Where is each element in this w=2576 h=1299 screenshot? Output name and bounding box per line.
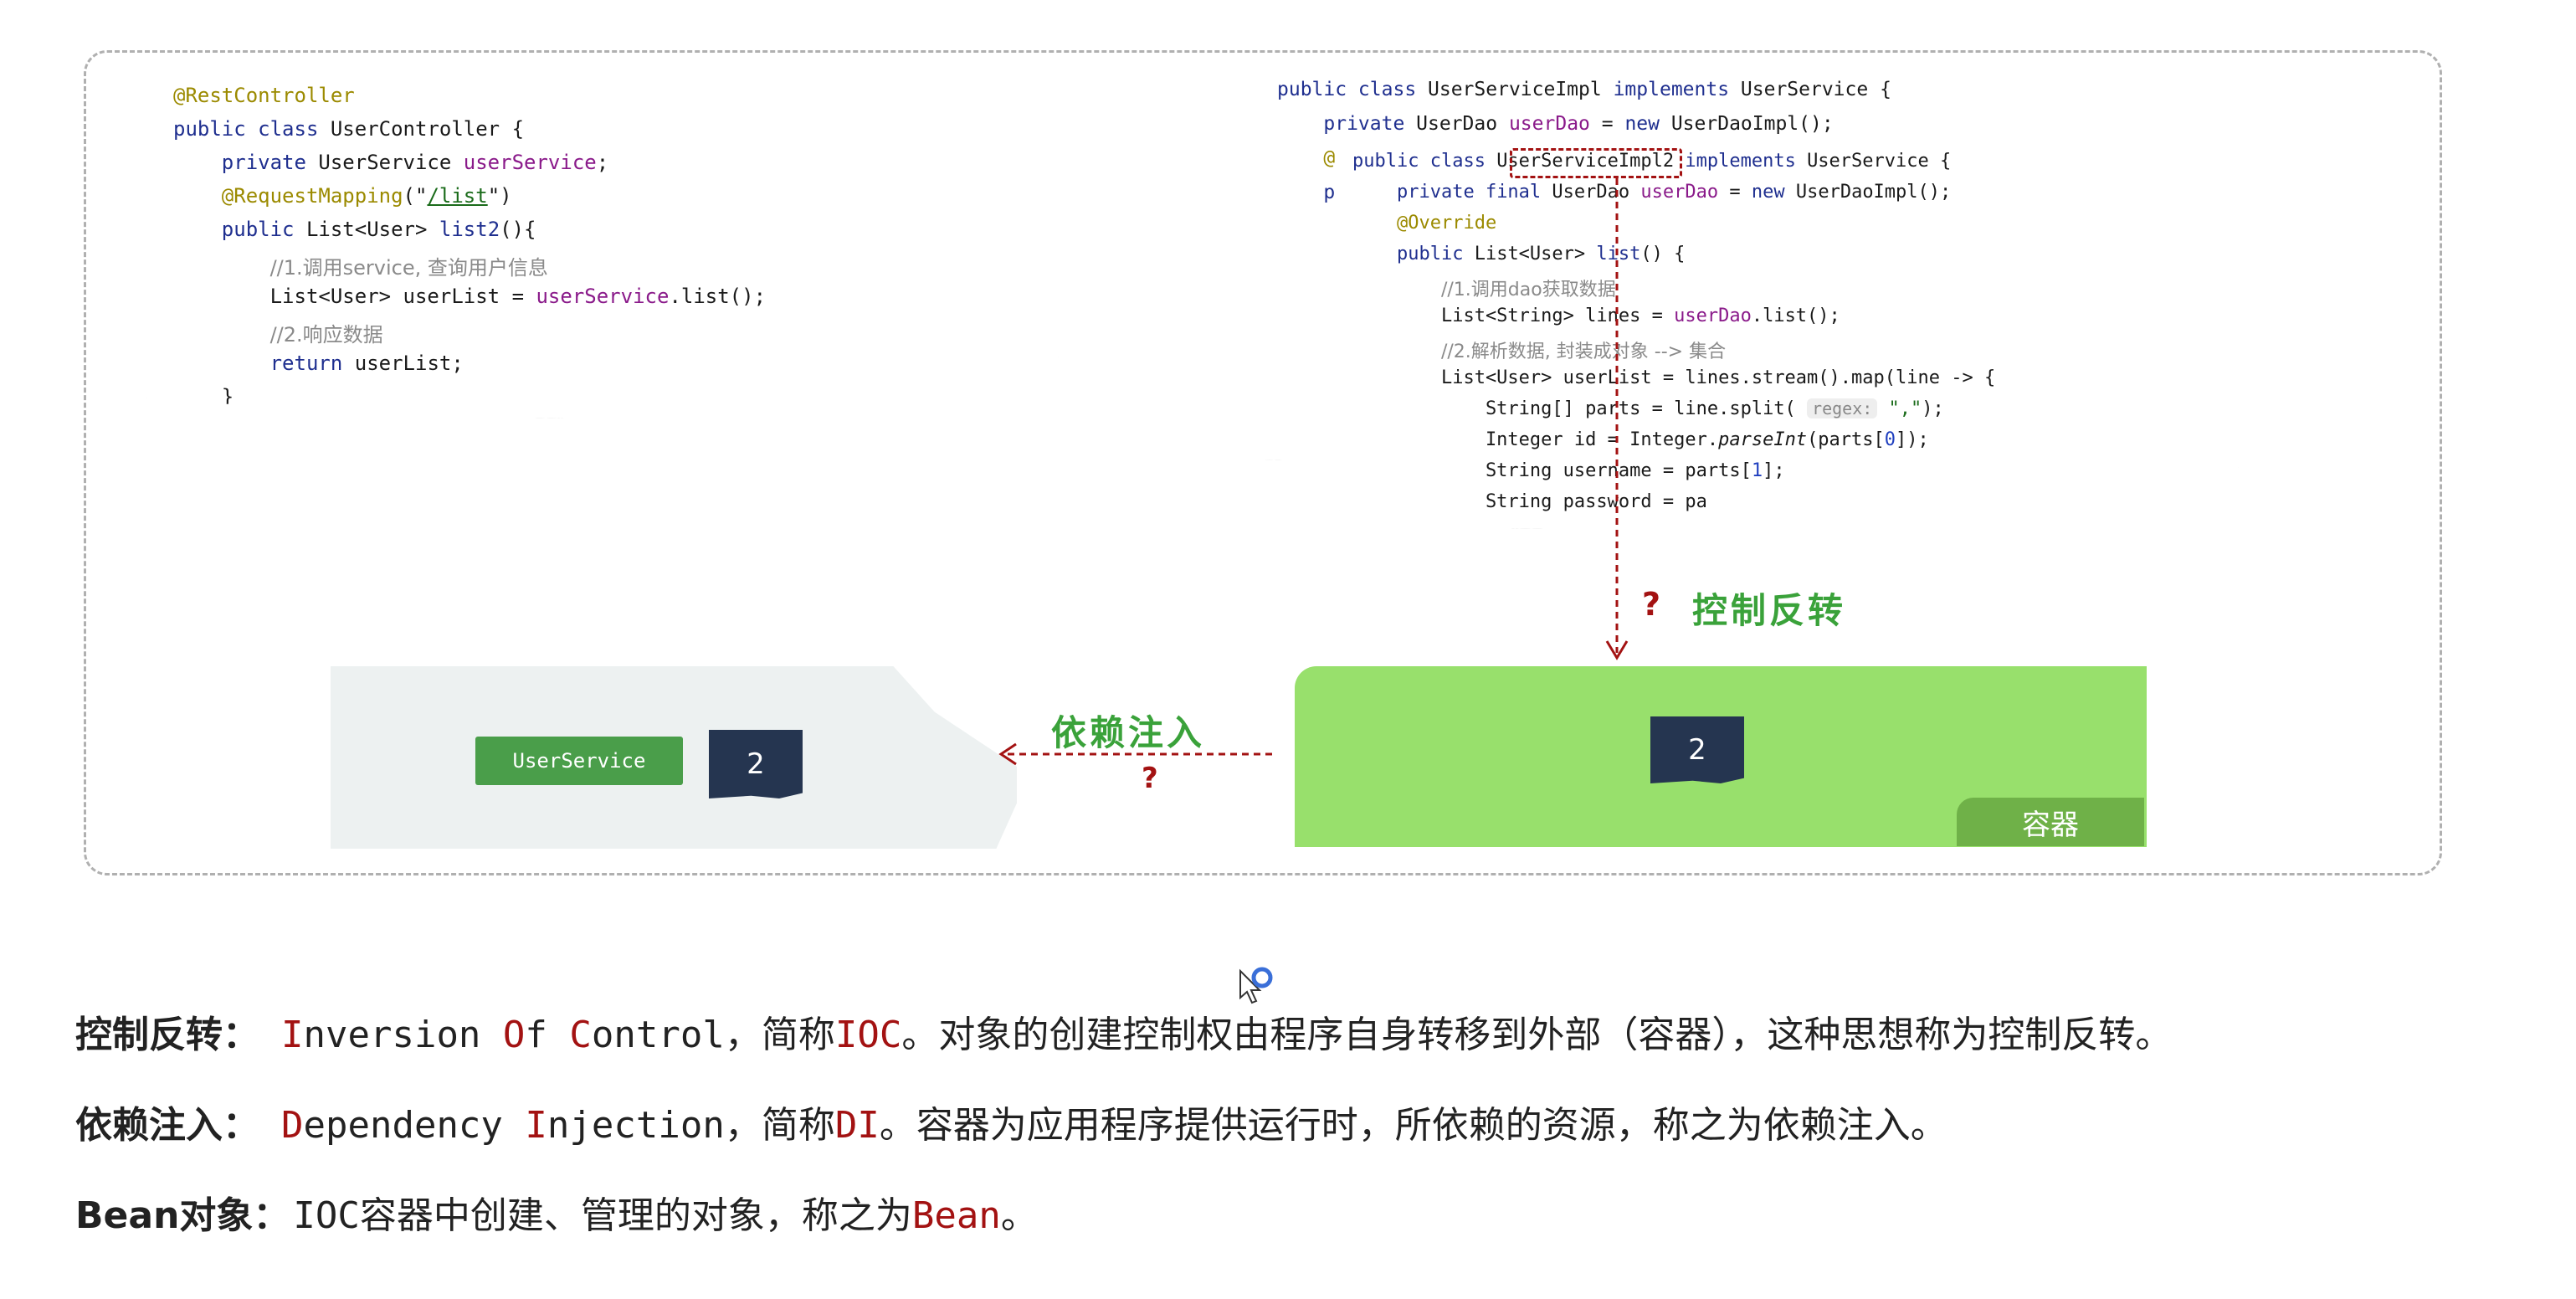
definition-text: IOC (293, 1194, 360, 1237)
di-label: 依赖注入 (1051, 712, 1206, 753)
definition-text: 。对象的创建控制权由程序自身转移到外部（容器），这种思想称为控制反转。 (901, 1014, 2173, 1056)
definition-text: I (281, 1014, 304, 1056)
definition-text: 容器中创建、管理的对象，称之为 (359, 1194, 912, 1237)
document-icon-left-label: 2 (747, 747, 765, 781)
definition-text: 。容器为应用程序提供运行时，所依赖的资源，称之为依赖注入。 (879, 1104, 1947, 1147)
definition-text: njection (547, 1104, 725, 1147)
definition-line: 依赖注入： Dependency Injection，简称DI。容器为应用程序提供… (75, 1095, 1947, 1148)
definition-line: Bean对象：IOC容器中创建、管理的对象，称之为Bean。 (75, 1185, 1038, 1239)
definition-text: I (525, 1104, 547, 1147)
document-icon-left: 2 (709, 730, 803, 798)
definition-term: Bean对象： (75, 1194, 290, 1237)
definition-text: D (281, 1104, 304, 1147)
definition-text: IOC (834, 1014, 902, 1056)
definition-text: Bean (911, 1194, 1001, 1237)
definition-text: nversion (303, 1014, 503, 1056)
definition-line: 控制反转： Inversion Of Control，简称IOC。对象的创建控制权… (75, 1004, 2172, 1058)
definition-text: DI (834, 1104, 880, 1147)
definition-text: C (569, 1014, 592, 1056)
document-icon-right-label: 2 (1688, 733, 1706, 767)
definition-text: ontrol (591, 1014, 725, 1056)
ioc-label: 控制反转 (1692, 590, 1847, 631)
definition-text: 。 (1000, 1194, 1038, 1237)
definition-term: 控制反转： (75, 1014, 259, 1056)
definition-text: ，简称 (724, 1014, 835, 1056)
definition-text: ependency (303, 1104, 526, 1147)
container-badge: 容器 (1957, 798, 2144, 846)
ioc-question-mark: ? (1642, 586, 1661, 623)
userservice-tag: UserService (475, 737, 683, 785)
definition-text: O (502, 1014, 526, 1056)
container-label: 容器 (2022, 808, 2079, 842)
definition-term: 依赖注入： (75, 1104, 259, 1147)
definition-text: ，简称 (724, 1104, 835, 1147)
definition-text: f (525, 1014, 570, 1056)
document-icon-right: 2 (1650, 716, 1744, 783)
di-question-mark: ? (1142, 762, 1158, 795)
